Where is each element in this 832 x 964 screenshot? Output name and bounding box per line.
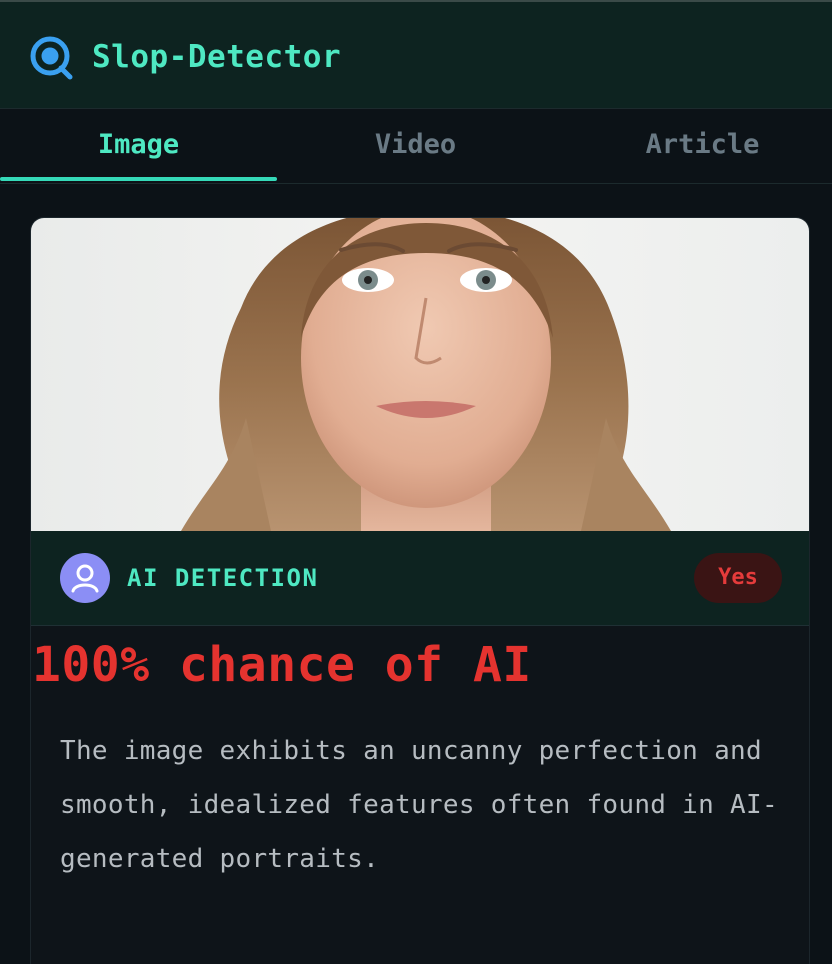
app-title: Slop-Detector: [92, 39, 342, 75]
tab-bar: Image Video Article: [0, 108, 832, 184]
analyzed-image: [31, 218, 809, 531]
avatar: [60, 553, 110, 603]
tab-image[interactable]: Image: [0, 109, 277, 184]
tab-article[interactable]: Article: [564, 109, 832, 184]
app-header: Slop-Detector: [0, 0, 832, 108]
magnifier-icon: [30, 36, 73, 80]
detection-bar: AI DETECTION Yes: [31, 531, 809, 626]
ai-probability-score: 100% chance of AI: [32, 637, 532, 693]
user-icon: [71, 564, 99, 593]
detection-label: AI DETECTION: [127, 564, 319, 592]
tab-video[interactable]: Video: [277, 109, 554, 184]
active-tab-indicator: [0, 177, 277, 181]
explanation-text: The image exhibits an uncanny perfection…: [60, 736, 778, 874]
verdict-badge: Yes: [694, 553, 782, 603]
